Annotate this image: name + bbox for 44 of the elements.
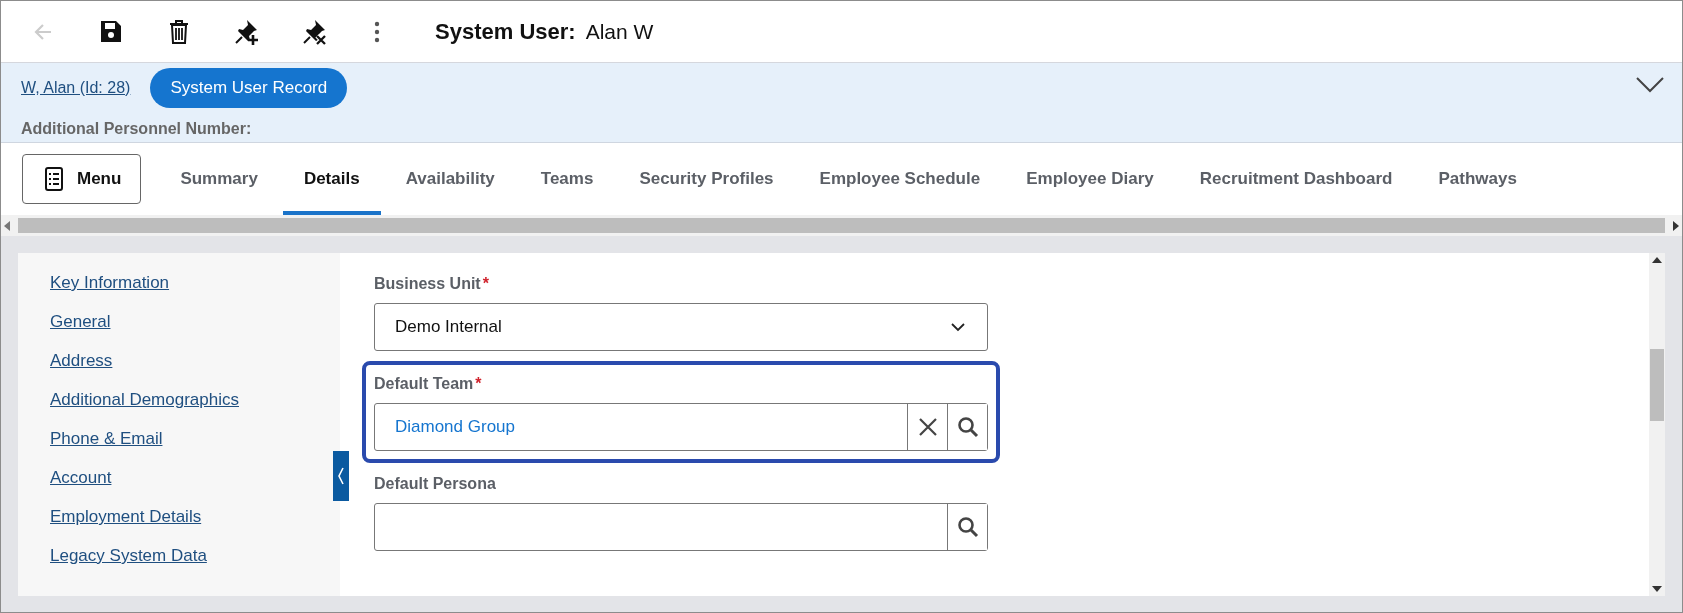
- personnel-number-label: Additional Personnel Number:: [21, 120, 252, 138]
- section-link[interactable]: Legacy System Data: [50, 546, 207, 566]
- tab[interactable]: Summary: [159, 143, 279, 215]
- section-link[interactable]: Phone & Email: [50, 429, 163, 449]
- pin-plus-icon: [233, 17, 261, 46]
- chevron-icon: [1636, 77, 1664, 93]
- tab[interactable]: Security Profiles: [618, 143, 795, 215]
- section-link[interactable]: Address: [50, 351, 113, 371]
- tab[interactable]: Availability: [384, 143, 516, 215]
- pin-x-icon: [301, 17, 329, 46]
- section-link[interactable]: Key Information: [50, 273, 170, 293]
- section-link[interactable]: General: [50, 312, 111, 332]
- record-link[interactable]: W, Alan (Id: 28): [21, 79, 131, 97]
- tab[interactable]: Teams: [519, 143, 615, 215]
- page-title-value: Alan W: [585, 19, 654, 44]
- scroll-down-icon[interactable]: [1652, 586, 1662, 592]
- horizontal-scrollbar[interactable]: [1, 215, 1682, 236]
- field-label: Default Persona: [374, 475, 496, 493]
- scroll-thumb[interactable]: [18, 218, 1665, 233]
- field-label: Business Unit: [374, 275, 481, 293]
- tab[interactable]: Employee Diary: [1005, 143, 1175, 215]
- dropdown-field[interactable]: Demo Internal: [374, 303, 988, 351]
- page-title-label: System User:: [435, 18, 576, 45]
- section-link[interactable]: Additional Demographics: [50, 390, 239, 410]
- collapse-sidebar-button[interactable]: [333, 451, 349, 501]
- scroll-up-icon[interactable]: [1652, 257, 1662, 263]
- field-label: Default Team: [374, 375, 474, 393]
- chevron-down-icon: [951, 322, 965, 332]
- more-icon: [374, 20, 380, 43]
- record-type-button[interactable]: System User Record: [150, 68, 348, 108]
- required-mark: *: [482, 275, 489, 293]
- required-mark: *: [475, 375, 482, 393]
- scroll-left-icon[interactable]: [4, 220, 10, 231]
- menu-button[interactable]: Menu: [22, 154, 142, 204]
- chevron-left-icon: [337, 467, 345, 485]
- tab[interactable]: Pathways: [1417, 143, 1538, 215]
- scroll-thumb[interactable]: [1650, 349, 1664, 421]
- tab[interactable]: Recruitment Dashboard: [1178, 143, 1414, 215]
- scroll-right-icon[interactable]: [1673, 220, 1679, 231]
- vertical-scrollbar[interactable]: [1649, 253, 1665, 596]
- list-icon: [45, 167, 63, 191]
- section-link[interactable]: Employment Details: [50, 507, 202, 527]
- section-link[interactable]: Account: [50, 468, 112, 488]
- tab[interactable]: Employee Schedule: [798, 143, 1002, 215]
